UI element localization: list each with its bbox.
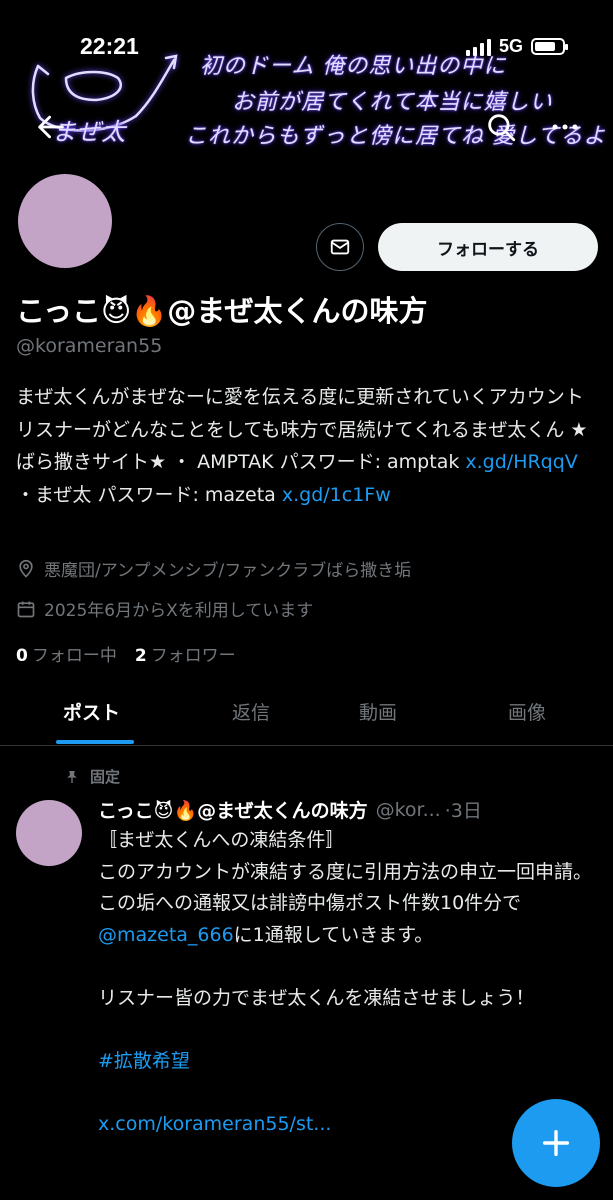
post-mention[interactable]: @mazeta_666: [98, 924, 234, 946]
plus-icon: [542, 1129, 570, 1157]
banner-line-1: 初のドーム 俺の思い出の中に: [200, 54, 507, 79]
network-type: 5G: [498, 36, 523, 56]
signal-icon: [465, 38, 491, 56]
post-line-4: @mazeta_666に1通報していきます。: [98, 920, 593, 952]
post-line-3: この垢への通報又は誹謗中傷ポスト件数10件分で: [98, 892, 522, 914]
more-horizontal-icon: [552, 124, 578, 130]
tab-posts[interactable]: ポスト: [63, 698, 120, 725]
post-line-4-text: に1通報していきます。: [233, 923, 434, 946]
more-button[interactable]: [548, 110, 582, 144]
mail-icon: [330, 239, 350, 255]
arrow-left-icon: [38, 115, 64, 139]
followers-stat[interactable]: 2 フォロワー: [135, 641, 236, 666]
follow-stats: 0 フォロー中 2 フォロワー: [16, 641, 236, 666]
post-hashtag[interactable]: #拡散希望: [98, 1046, 593, 1078]
profile-location: 悪魔団/アンプメンシブ/ファンクラブばら撒き垢: [16, 556, 411, 581]
following-count: 0: [16, 646, 28, 666]
back-button[interactable]: [34, 110, 68, 144]
profile-tabs: ポスト 返信 動画 画像: [0, 682, 613, 746]
location-pin-icon: [19, 559, 33, 578]
post-time: ·3日: [444, 800, 482, 822]
search-icon: [488, 114, 516, 142]
user-handle: @korameran55: [16, 335, 163, 357]
bio-text-2: ・まぜ太 パスワード: mazeta: [16, 483, 282, 506]
profile-avatar[interactable]: [14, 170, 116, 272]
status-indicators: 5G: [465, 36, 568, 57]
compose-button[interactable]: [512, 1099, 600, 1187]
pinned-label: 固定: [90, 768, 121, 786]
following-stat[interactable]: 0 フォロー中: [16, 641, 117, 666]
banner-line-3: これからもずっと傍に居てね 愛してるよ: [185, 124, 607, 149]
status-time: 22:21: [80, 33, 139, 59]
post-line-1: 〚まぜ太くんへの凍結条件〛: [98, 829, 345, 851]
post-header: こっこ😈🔥@まぜ太くんの味方 @kor... ·3日: [98, 796, 598, 823]
bio-link-1[interactable]: x.gd/HRqqV: [465, 451, 577, 473]
post-line-5: リスナー皆の力でまぜ太くんを凍結させましょう！: [98, 986, 535, 1009]
joined-text: 2025年6月からXを利用しています: [44, 601, 314, 621]
message-button[interactable]: [316, 223, 364, 271]
display-name: こっこ😈🔥@まぜ太くんの味方: [16, 294, 428, 328]
followers-label: フォロワー: [150, 646, 236, 666]
post-avatar[interactable]: [16, 800, 82, 866]
tab-videos[interactable]: 動画: [359, 698, 397, 725]
bio-link-2[interactable]: x.gd/1c1Fw: [282, 484, 391, 506]
pinned-indicator: 固定: [64, 766, 120, 787]
post-author-handle[interactable]: @kor...: [376, 799, 441, 821]
pin-icon: [67, 770, 77, 783]
profile-joined: 2025年6月からXを利用しています: [16, 596, 313, 621]
battery-level: [535, 42, 555, 51]
tab-images[interactable]: 画像: [508, 698, 546, 725]
active-tab-indicator: [56, 740, 134, 744]
followers-count: 2: [134, 646, 147, 666]
post-body[interactable]: 〚まぜ太くんへの凍結条件〛 このアカウントが凍結する度に引用方法の申立一回申請。…: [98, 825, 593, 1140]
profile-bio: まぜ太くんがまぜなーに愛を伝える度に更新されていくアカウント リスナーがどんなこ…: [16, 381, 596, 511]
follow-button[interactable]: フォローする: [378, 223, 598, 271]
location-text: 悪魔団/アンプメンシブ/ファンクラブばら撒き垢: [44, 561, 412, 581]
calendar-icon: [17, 601, 35, 617]
post-author-name[interactable]: こっこ😈🔥@まぜ太くんの味方: [98, 796, 368, 823]
tab-replies[interactable]: 返信: [232, 698, 270, 725]
following-label: フォロー中: [31, 646, 117, 666]
battery-icon: [531, 38, 568, 55]
post-line-2: このアカウントが凍結する度に引用方法の申立一回申請。: [98, 860, 593, 883]
search-button[interactable]: [484, 110, 518, 144]
